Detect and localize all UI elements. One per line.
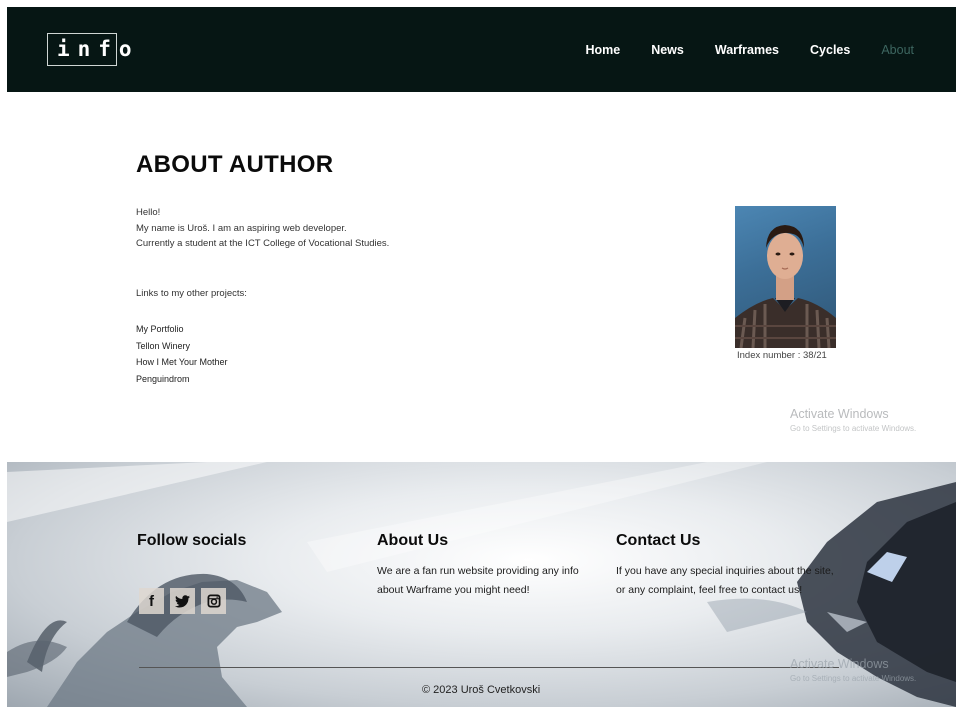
footer-about-title: About Us	[377, 532, 449, 549]
author-photo	[735, 206, 836, 348]
nav-warframes[interactable]: Warframes	[715, 43, 779, 57]
link-himym[interactable]: How I Met Your Mother	[136, 354, 228, 371]
watermark-title: Activate Windows	[790, 657, 889, 671]
facebook-icon[interactable]: f	[139, 588, 164, 614]
footer-divider	[139, 667, 839, 668]
photo-caption: Index number : 38/21	[737, 350, 827, 361]
intro-line: Hello!	[136, 207, 161, 218]
page-frame: info Home News Warframes Cycles About AB…	[7, 7, 956, 707]
navbar: info Home News Warframes Cycles About	[7, 7, 956, 92]
nav-home[interactable]: Home	[585, 43, 620, 57]
link-portfolio[interactable]: My Portfolio	[136, 321, 228, 338]
intro-line: My name is Uroš. I am an aspiring web de…	[136, 222, 347, 234]
activate-windows-watermark: Activate Windows Go to Settings to activ…	[790, 407, 916, 433]
nav-cycles[interactable]: Cycles	[810, 43, 850, 57]
social-icons: f	[139, 588, 226, 614]
link-tellon-winery[interactable]: Tellon Winery	[136, 338, 228, 355]
watermark-title: Activate Windows	[790, 407, 889, 421]
intro-line: Currently a student at the ICT College o…	[136, 238, 390, 249]
main-nav: Home News Warframes Cycles About	[554, 43, 914, 57]
watermark-subtitle: Go to Settings to activate Windows.	[790, 424, 917, 433]
activate-windows-watermark-footer: Activate Windows Go to Settings to activ…	[790, 657, 916, 683]
links-heading: Links to my other projects:	[136, 288, 247, 299]
footer-about-column: About Us We are a fan run website provid…	[377, 532, 597, 600]
copyright-text: © 2023 Uroš Cvetkovski	[422, 684, 541, 696]
project-links: My Portfolio Tellon Winery How I Met You…	[136, 321, 228, 387]
footer-contact-text: If you have any special inquiries about …	[616, 565, 834, 596]
footer-contact-title: Contact Us	[616, 532, 701, 549]
site-logo[interactable]: info	[47, 33, 132, 66]
instagram-icon[interactable]	[201, 588, 226, 614]
watermark-subtitle: Go to Settings to activate Windows.	[790, 674, 917, 683]
footer-socials-title: Follow socials	[137, 532, 247, 549]
intro-text: Hello! My name is Uroš. I am an aspiring…	[136, 205, 389, 252]
link-penguindrom[interactable]: Penguindrom	[136, 371, 228, 388]
footer-contact-column: Contact Us If you have any special inqui…	[616, 532, 836, 600]
author-portrait-image	[735, 225, 836, 348]
nav-about[interactable]: About	[881, 43, 914, 57]
page-title: ABOUT AUTHOR	[136, 151, 334, 178]
footer-socials-column: Follow socials	[137, 532, 246, 550]
footer-about-text: We are a fan run website providing any i…	[377, 565, 579, 596]
twitter-icon[interactable]	[170, 588, 195, 614]
nav-news[interactable]: News	[651, 43, 684, 57]
